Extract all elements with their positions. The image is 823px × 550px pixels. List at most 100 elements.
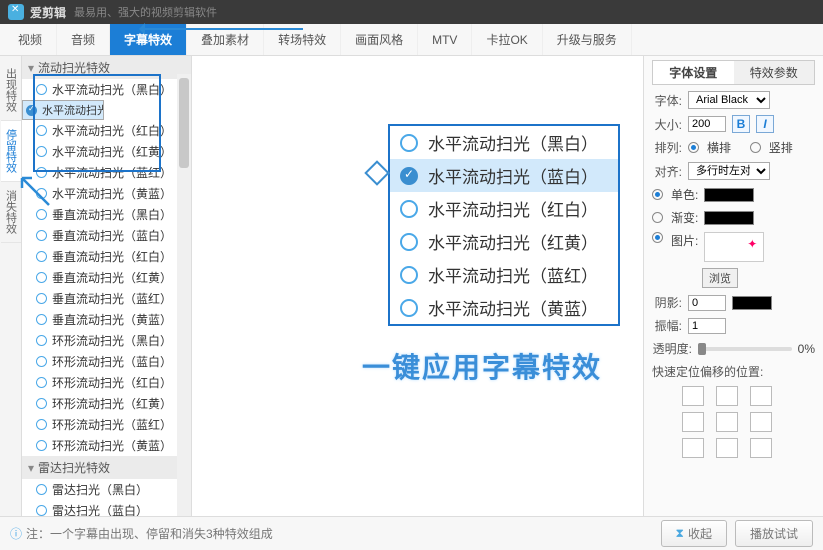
anchor-bc[interactable] [716, 438, 738, 458]
tab-audio[interactable]: 音频 [57, 24, 110, 55]
radio-image[interactable] [652, 232, 663, 243]
gradient-color-chip[interactable] [704, 211, 754, 225]
radio-circle-icon [36, 377, 47, 388]
properties-panel: 字体设置 特效参数 字体:Arial Black 大小:BI 排列:横排 竖排 … [643, 56, 823, 516]
opacity-slider[interactable] [698, 347, 792, 351]
anchor-mc[interactable] [716, 412, 738, 432]
tab-font-settings[interactable]: 字体设置 [653, 61, 734, 84]
browse-button[interactable]: 浏览 [702, 268, 738, 288]
list-item[interactable]: 雷达扫光（蓝白） [22, 500, 191, 516]
tab-style[interactable]: 画面风格 [341, 24, 418, 55]
radio-circle-icon [36, 293, 47, 304]
list-item[interactable]: 雷达扫光（黑白） [22, 479, 191, 500]
group-header-flow[interactable]: ▾流动扫光特效 [22, 56, 191, 79]
app-subtitle: 最易用、强大的视频剪辑软件 [74, 4, 217, 20]
group-header-radar[interactable]: ▾雷达扫光特效 [22, 456, 191, 479]
footer-note: 注：一个字幕由出现、停留和消失3种特效组成 [26, 525, 273, 542]
list-item[interactable]: 垂直流动扫光（蓝白） [22, 225, 191, 246]
list-item[interactable]: 水平流动扫光（蓝白） [22, 100, 104, 120]
list-item-label: 水平流动扫光（蓝白） [428, 163, 598, 188]
anchor-tl[interactable] [682, 386, 704, 406]
vtab-appear[interactable]: 出现特效 [1, 60, 21, 121]
list-item[interactable]: 水平流动扫光（蓝白） [390, 159, 618, 192]
list-item[interactable]: 环形流动扫光（蓝白） [22, 351, 191, 372]
tab-karaoke[interactable]: 卡拉OK [472, 24, 542, 55]
anchor-mr[interactable] [750, 412, 772, 432]
main-tabs: 视频 音频 字幕特效 叠加素材 转场特效 画面风格 MTV 卡拉OK 升级与服务 [0, 24, 823, 56]
tab-fx-params[interactable]: 特效参数 [734, 61, 815, 84]
shadow-input[interactable] [688, 295, 726, 311]
list-item[interactable]: 环形流动扫光（红白） [22, 372, 191, 393]
radio-solid[interactable] [652, 189, 663, 200]
shadow-label: 阴影: [652, 294, 682, 311]
play-preview-button[interactable]: 播放试试 [735, 520, 813, 547]
anchor-tc[interactable] [716, 386, 738, 406]
radio-circle-icon [36, 146, 47, 157]
list-item[interactable]: 水平流动扫光（黑白） [390, 126, 618, 159]
list-item[interactable]: 环形流动扫光（蓝红） [22, 414, 191, 435]
collapse-icon: ▾ [28, 461, 34, 475]
list-item-label: 环形流动扫光（黑白） [52, 332, 172, 349]
radio-circle-icon [36, 230, 47, 241]
list-item-label: 水平流动扫光（红黄） [52, 143, 172, 160]
tab-mtv[interactable]: MTV [418, 24, 472, 55]
list-item[interactable]: 环形流动扫光（红黄） [22, 393, 191, 414]
list-item-label: 水平流动扫光（红黄） [428, 229, 598, 254]
list-item-label: 水平流动扫光（蓝红） [52, 164, 172, 181]
list-item[interactable]: 垂直流动扫光（红黄） [22, 267, 191, 288]
radio-circle-icon [400, 134, 418, 152]
list-item-label: 水平流动扫光（红白） [428, 196, 598, 221]
align-select[interactable]: 多行时左对齐 [688, 162, 770, 180]
list-item-label: 水平流动扫光（蓝白） [42, 102, 104, 118]
scrollbar[interactable] [177, 74, 191, 516]
radio-circle-icon [400, 266, 418, 284]
amp-input[interactable] [688, 318, 726, 334]
list-item[interactable]: 环形流动扫光（黄蓝） [22, 435, 191, 456]
radio-circle-icon [36, 272, 47, 283]
list-item[interactable]: 水平流动扫光（红白） [390, 192, 618, 225]
center-canvas: 水平流动扫光（黑白） 水平流动扫光（蓝白） 水平流动扫光（红白） 水平流动扫光（红黄）… [192, 56, 643, 516]
radio-circle-icon [36, 125, 47, 136]
radio-vertical[interactable] [750, 142, 761, 153]
radio-circle-icon [400, 299, 418, 317]
solid-color-chip[interactable] [704, 188, 754, 202]
size-input[interactable] [688, 116, 726, 132]
list-item-label: 水平流动扫光（黑白） [428, 130, 598, 155]
radio-circle-icon [36, 209, 47, 220]
list-item[interactable]: 水平流动扫光（蓝红） [390, 258, 618, 291]
list-item[interactable]: 水平流动扫光（红黄） [390, 225, 618, 258]
annotation-diamond-icon [364, 160, 389, 185]
list-item[interactable]: 垂直流动扫光（红白） [22, 246, 191, 267]
anchor-bl[interactable] [682, 438, 704, 458]
anchor-br[interactable] [750, 438, 772, 458]
radio-circle-icon [400, 200, 418, 218]
list-item[interactable]: 水平流动扫光（红黄） [22, 141, 191, 162]
tab-upgrade[interactable]: 升级与服务 [543, 24, 632, 55]
size-label: 大小: [652, 116, 682, 133]
list-item-label: 水平流动扫光（红白） [52, 122, 172, 139]
list-item[interactable]: 垂直流动扫光（蓝红） [22, 288, 191, 309]
tab-video[interactable]: 视频 [4, 24, 57, 55]
radio-circle-icon [36, 398, 47, 409]
radio-horizontal[interactable] [688, 142, 699, 153]
font-label: 字体: [652, 92, 682, 109]
list-item[interactable]: 水平流动扫光（黑白） [22, 79, 191, 100]
radio-gradient[interactable] [652, 212, 663, 223]
list-item[interactable]: 水平流动扫光（黄蓝） [390, 291, 618, 324]
list-item[interactable]: 环形流动扫光（黑白） [22, 330, 191, 351]
anchor-ml[interactable] [682, 412, 704, 432]
list-item-label: 环形流动扫光（蓝红） [52, 416, 172, 433]
annotation-caption: 一键应用字幕特效 [362, 346, 602, 386]
list-item[interactable]: 水平流动扫光（红白） [22, 120, 191, 141]
shadow-color-chip[interactable] [732, 296, 772, 310]
italic-button[interactable]: I [756, 115, 774, 133]
scrollbar-thumb[interactable] [179, 78, 189, 168]
opacity-value: 0% [798, 342, 815, 356]
collapse-button[interactable]: ⧗收起 [661, 520, 727, 547]
anchor-tr[interactable] [750, 386, 772, 406]
bold-button[interactable]: B [732, 115, 750, 133]
font-select[interactable]: Arial Black [688, 91, 770, 109]
list-item-label: 垂直流动扫光（蓝红） [52, 290, 172, 307]
list-item[interactable]: 垂直流动扫光（黄蓝） [22, 309, 191, 330]
radio-circle-icon [36, 335, 47, 346]
